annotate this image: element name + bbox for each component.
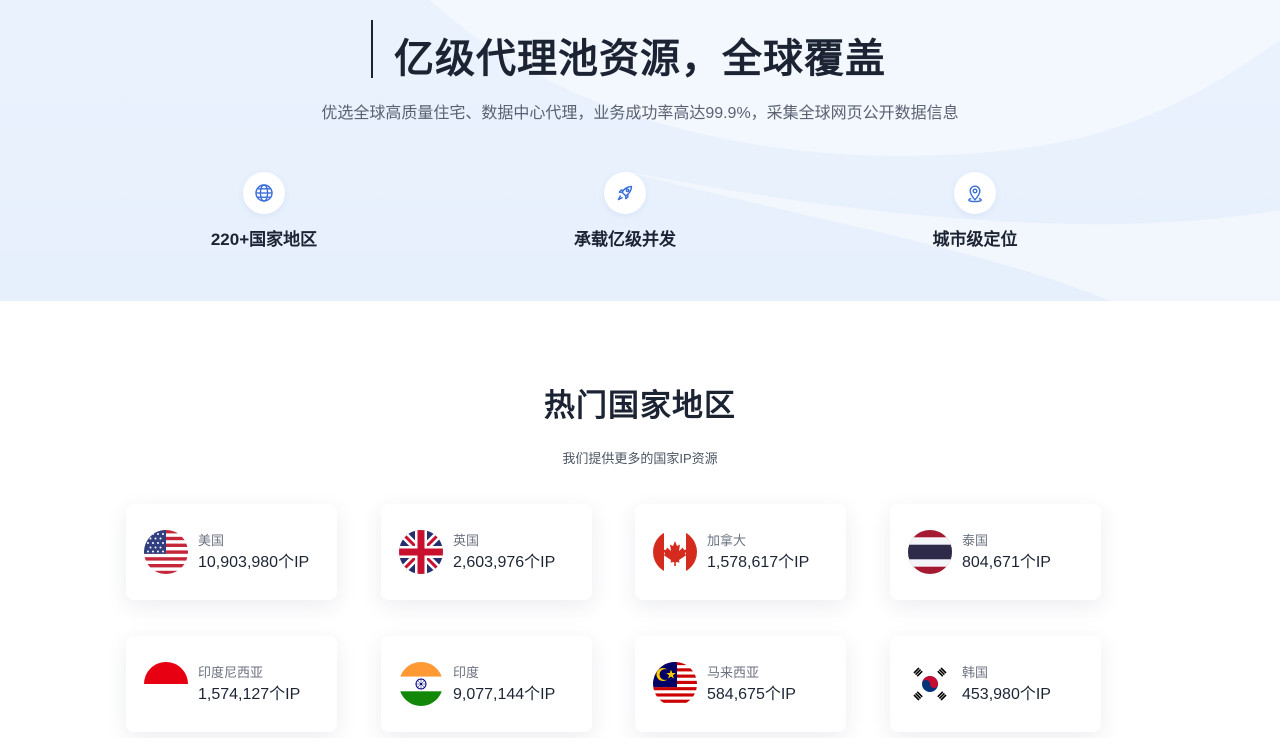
hero-subtitle: 优选全球高质量住宅、数据中心代理，业务成功率高达99.9%，采集全球网页公开数据…: [321, 105, 959, 122]
feature-label: 220+国家地区: [210, 230, 318, 249]
ip-count: 1,574,127个IP: [198, 685, 301, 703]
rocket-icon: [604, 172, 646, 214]
ip-count: 804,671个IP: [962, 553, 1051, 571]
country-name: 韩国: [962, 664, 989, 680]
feature-label: 城市级定位: [932, 230, 1018, 249]
ip-count: 453,980个IP: [962, 685, 1051, 703]
country-name: 加拿大: [707, 532, 747, 548]
regions-subtitle: 我们提供更多的国家IP资源: [562, 451, 718, 466]
korea-flag-icon: [908, 662, 952, 706]
country-card-malaysia[interactable]: 马来西亚 584,675个IP: [635, 636, 846, 732]
india-flag-icon: [399, 662, 443, 706]
country-card-us[interactable]: 美国 10,903,980个IP: [126, 504, 337, 600]
country-name: 英国: [453, 532, 480, 548]
country-name: 美国: [198, 532, 225, 548]
thailand-flag-icon: [908, 530, 952, 574]
ip-count: 584,675个IP: [707, 685, 796, 703]
feature-concurrency: 承载亿级并发: [515, 172, 735, 250]
country-card-indonesia[interactable]: 印度尼西亚 1,574,127个IP: [126, 636, 337, 732]
country-card-korea[interactable]: 韩国 453,980个IP: [890, 636, 1101, 732]
ip-count: 1,578,617个IP: [707, 553, 810, 571]
country-name: 泰国: [962, 532, 989, 548]
country-card-india[interactable]: 印度 9,077,144个IP: [381, 636, 592, 732]
hero-section: 亿级代理池资源，全球覆盖 优选全球高质量住宅、数据中心代理，业务成功率高达99.…: [0, 0, 1280, 301]
feature-label: 承载亿级并发: [574, 230, 676, 249]
ip-count: 2,603,976个IP: [453, 553, 556, 571]
location-pin-icon: [954, 172, 996, 214]
globe-icon: [243, 172, 285, 214]
regions-title: 热门国家地区: [544, 388, 736, 423]
feature-city-targeting: 城市级定位: [865, 172, 1085, 250]
uk-flag-icon: [399, 530, 443, 574]
ip-count: 10,903,980个IP: [198, 553, 310, 571]
feature-countries: 220+国家地区: [154, 172, 374, 250]
country-name: 马来西亚: [707, 664, 760, 680]
ip-count: 9,077,144个IP: [453, 685, 556, 703]
country-name: 印度尼西亚: [198, 664, 264, 680]
us-flag-icon: [144, 530, 188, 574]
country-name: 印度: [453, 664, 480, 680]
hero-title: 亿级代理池资源，全球覆盖: [394, 37, 886, 81]
country-card-thailand[interactable]: 泰国 804,671个IP: [890, 504, 1101, 600]
malaysia-flag-icon: [653, 662, 697, 706]
country-card-canada[interactable]: 加拿大 1,578,617个IP: [635, 504, 846, 600]
country-card-uk[interactable]: 英国 2,603,976个IP: [381, 504, 592, 600]
canada-flag-icon: [653, 530, 697, 574]
indonesia-flag-icon: [144, 662, 188, 706]
